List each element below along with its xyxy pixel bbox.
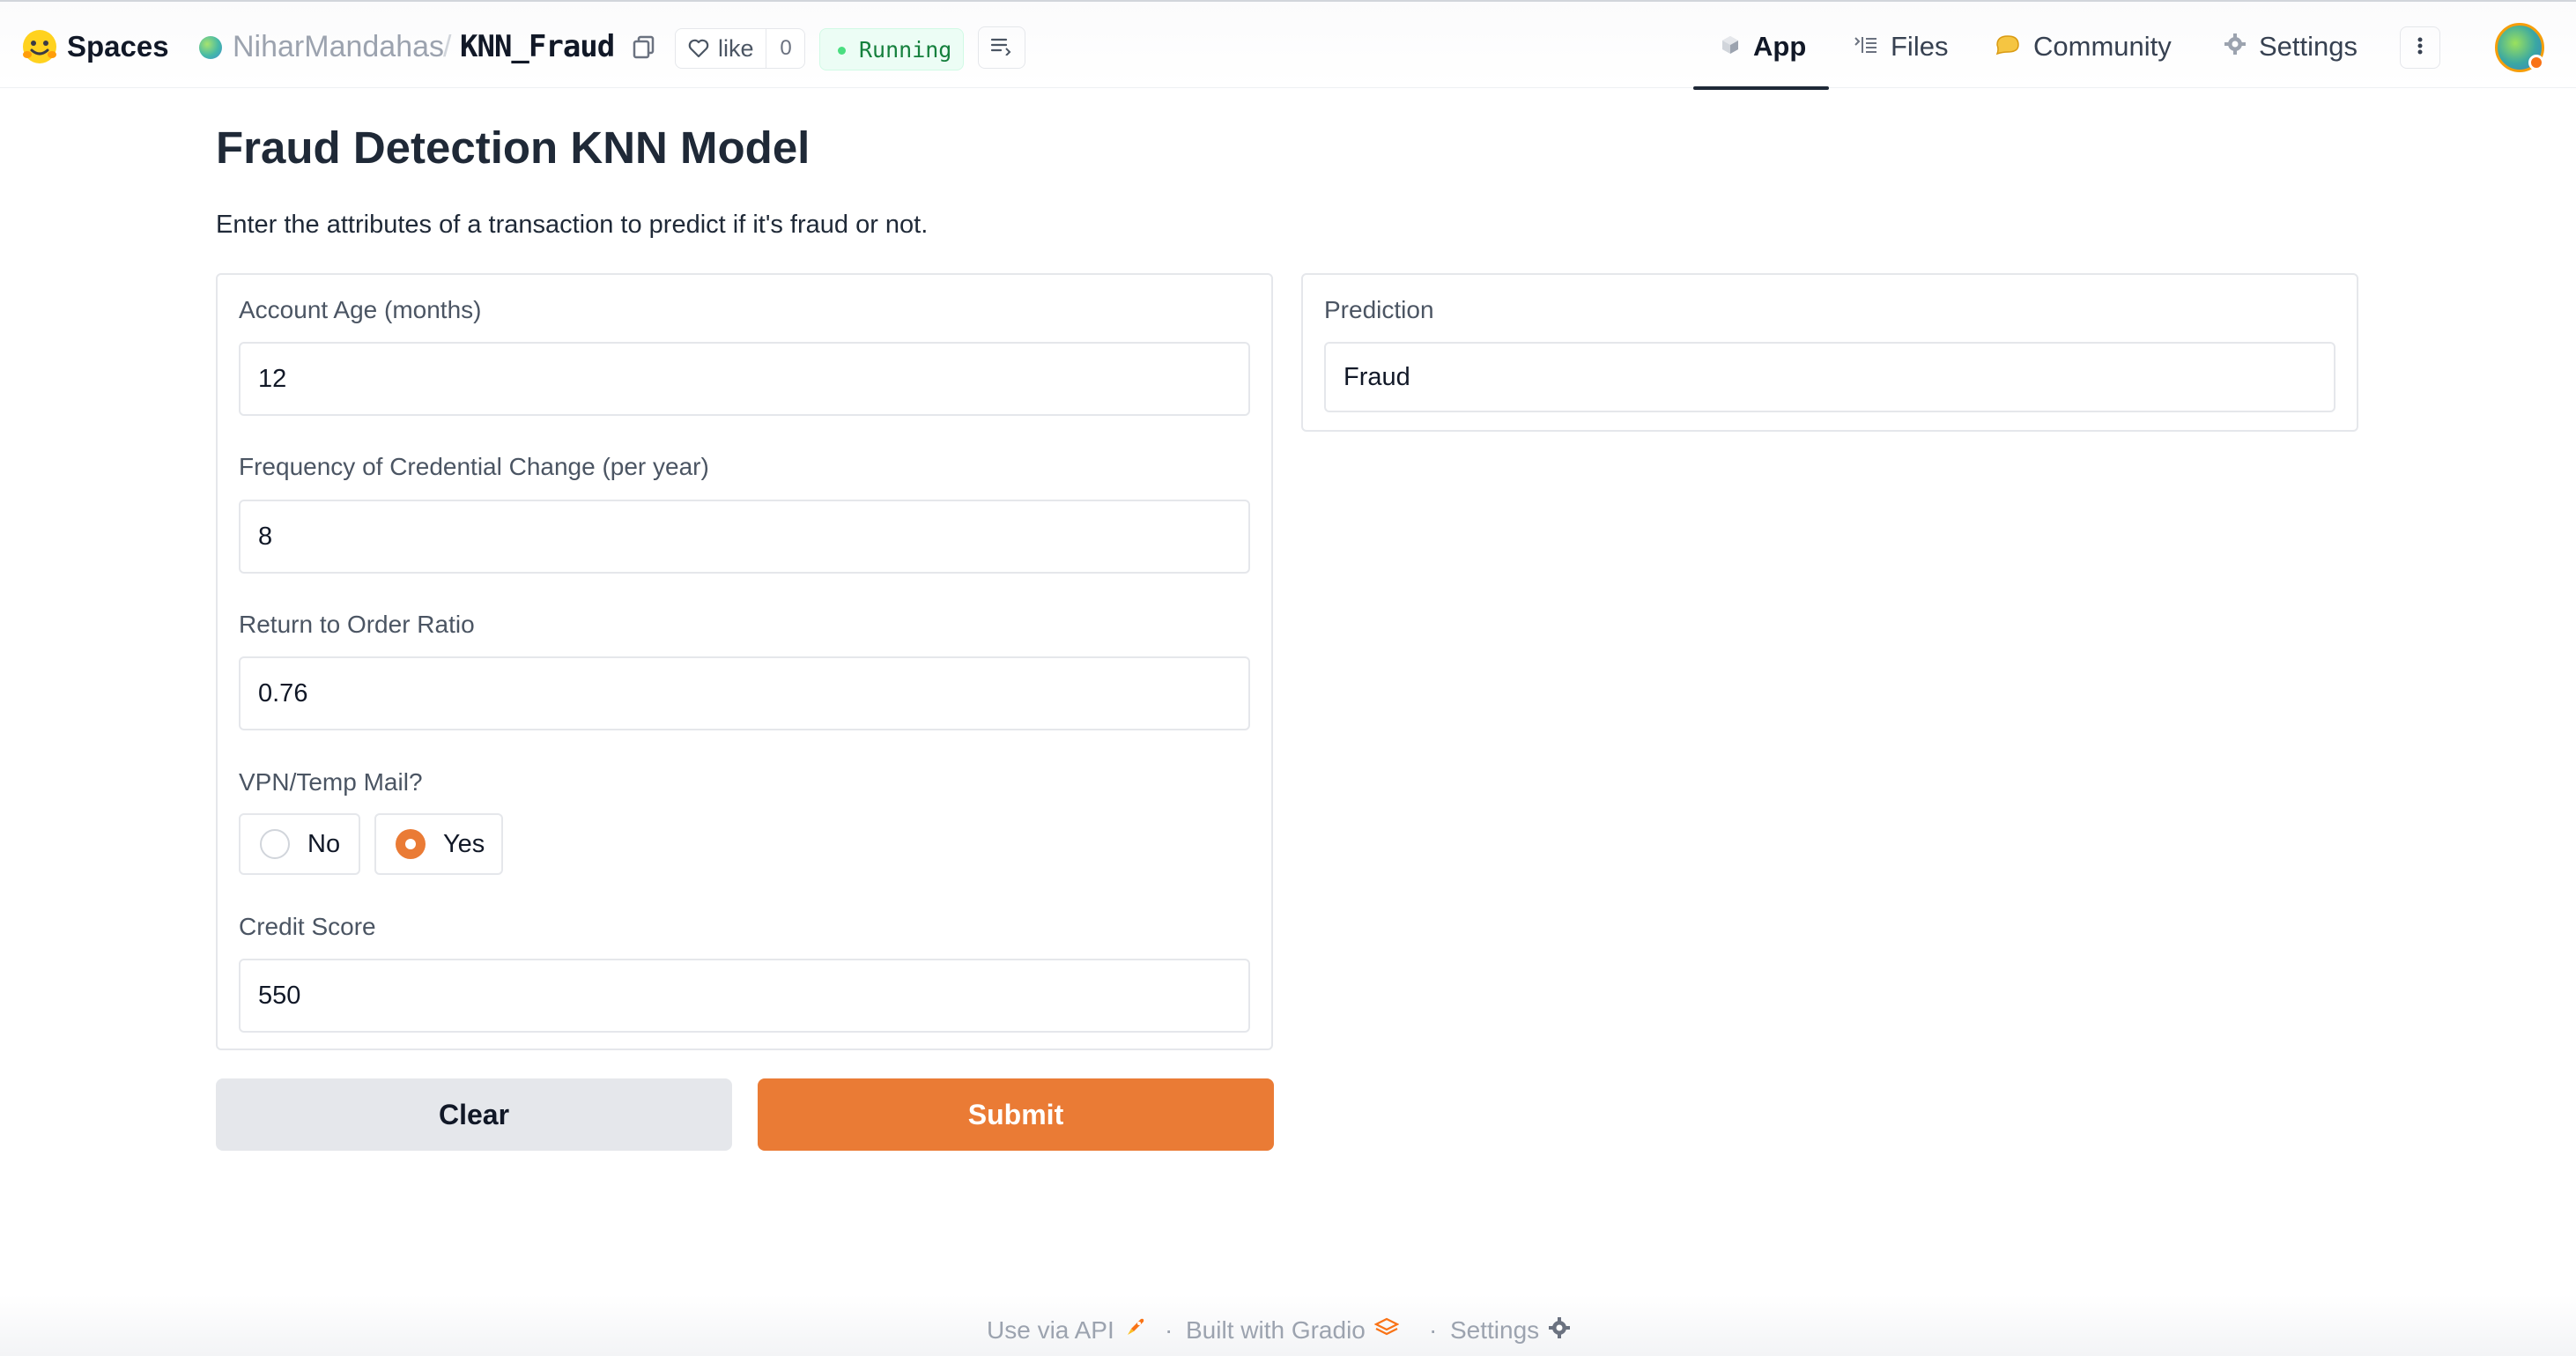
like-label: like [718, 34, 754, 62]
rocket-icon [1123, 1316, 1146, 1345]
built-with-gradio-link[interactable]: Built with Gradio [1186, 1313, 1400, 1348]
vpn-option-yes[interactable]: Yes [374, 813, 503, 875]
logs-icon [990, 36, 1013, 60]
clear-button[interactable]: Clear [216, 1078, 732, 1151]
credential-change-input[interactable]: 8 [239, 500, 1250, 574]
use-via-api-link[interactable]: Use via API [987, 1313, 1146, 1348]
status-dot-icon [838, 47, 846, 55]
vpn-option-no[interactable]: No [239, 813, 360, 875]
spaces-link[interactable]: Spaces [67, 25, 169, 69]
return-ratio-label: Return to Order Ratio [239, 611, 475, 638]
tab-settings-label: Settings [2259, 31, 2358, 62]
prediction-output[interactable]: Fraud [1324, 342, 2335, 412]
footer-dot-1: · [1165, 1316, 1173, 1344]
radio-selected-icon [396, 829, 426, 859]
tab-app[interactable]: App [1720, 25, 1806, 69]
account-age-label: Account Age (months) [239, 296, 482, 323]
more-vertical-icon [2417, 36, 2424, 60]
return-ratio-input[interactable]: 0.76 [239, 656, 1250, 730]
use-via-api-label: Use via API [987, 1316, 1114, 1344]
more-options-button[interactable] [2400, 26, 2440, 69]
vpn-option-yes-label: Yes [443, 829, 485, 858]
tab-settings[interactable]: Settings [2224, 25, 2358, 69]
tab-files[interactable]: Files [1854, 25, 1948, 69]
like-count[interactable]: 0 [766, 29, 806, 68]
owner-link[interactable]: NiharMandahas [233, 25, 444, 69]
files-icon [1854, 31, 1878, 63]
footer-settings-link[interactable]: Settings [1450, 1313, 1571, 1348]
output-panel: Prediction Fraud [1301, 273, 2358, 432]
vpn-label: VPN/Temp Mail? [239, 768, 423, 796]
gear-icon [2224, 31, 2247, 63]
owner-avatar [199, 36, 222, 59]
prediction-label: Prediction [1324, 296, 1434, 323]
tab-community-label: Community [2033, 31, 2172, 62]
community-icon [1995, 31, 2021, 63]
tab-community[interactable]: Community [1995, 25, 2172, 69]
hugging-face-logo-icon[interactable] [21, 28, 58, 65]
active-tab-indicator [1693, 86, 1829, 90]
path-separator: / [443, 29, 452, 63]
credit-score-label: Credit Score [239, 913, 376, 940]
repo-name-link[interactable]: KNN_Fraud [460, 25, 615, 69]
page-title: Fraud Detection KNN Model [216, 122, 811, 173]
gear-icon [1548, 1316, 1571, 1345]
footer-settings-label: Settings [1450, 1316, 1540, 1344]
top-header: Spaces NiharMandahas / KNN_Fraud like 0 … [0, 0, 2576, 90]
credential-change-label: Frequency of Credential Change (per year… [239, 453, 709, 480]
status-text: Running [859, 36, 952, 63]
status-badge[interactable]: Running [819, 28, 964, 70]
account-age-input[interactable]: 12 [239, 342, 1250, 416]
like-button[interactable]: like 0 [675, 28, 805, 69]
copy-icon[interactable] [632, 34, 656, 59]
gradio-logo-icon [1373, 1316, 1400, 1345]
credit-score-input[interactable]: 550 [239, 959, 1250, 1033]
cube-icon [1720, 31, 1741, 63]
tab-app-label: App [1753, 31, 1807, 62]
input-panel: Account Age (months) 12 Frequency of Cre… [216, 273, 1273, 1050]
tab-files-label: Files [1891, 31, 1949, 62]
vpn-option-no-label: No [307, 829, 341, 858]
submit-button[interactable]: Submit [758, 1078, 1274, 1151]
built-with-gradio-label: Built with Gradio [1186, 1316, 1366, 1344]
notification-dot [2528, 55, 2544, 70]
logs-button[interactable] [978, 26, 1025, 69]
radio-unselected-icon [260, 829, 290, 859]
footer-dot-2: · [1429, 1316, 1438, 1344]
page-description: Enter the attributes of a transaction to… [216, 210, 929, 239]
heart-icon [688, 39, 709, 58]
